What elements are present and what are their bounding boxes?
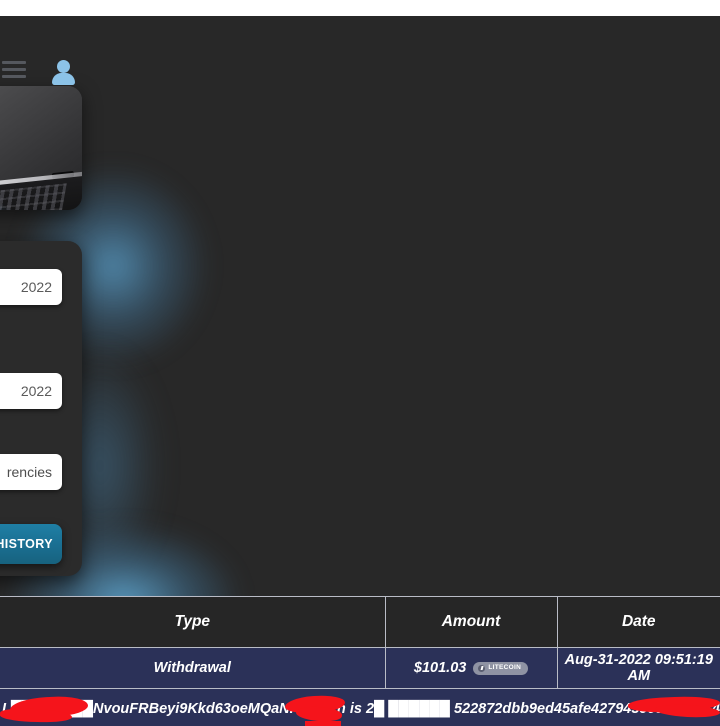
history-table-head: Type Amount Date bbox=[0, 596, 720, 648]
date-to-input[interactable]: 2022 bbox=[0, 373, 62, 409]
app-body: 2022 2022 rencies HISTORY Type Amount Da… bbox=[0, 16, 720, 726]
cell-transaction-detail: L████████NvouFRBeyi9Kkd63oeMQaNP. Batch … bbox=[0, 688, 720, 726]
laptop-photo bbox=[0, 86, 82, 210]
promo-image-card bbox=[0, 86, 82, 210]
app-header bbox=[0, 16, 720, 85]
table-detail-row: L████████NvouFRBeyi9Kkd63oeMQaNP. Batch … bbox=[0, 688, 720, 726]
litecoin-icon bbox=[478, 664, 486, 672]
laptop-light-flare bbox=[0, 198, 18, 210]
top-white-strip bbox=[0, 0, 720, 16]
cell-amount: $101.03 LITECOIN bbox=[385, 647, 558, 689]
cell-type: Withdrawal bbox=[0, 647, 386, 689]
hamburger-line bbox=[2, 75, 26, 78]
avatar-body-shape bbox=[52, 73, 75, 85]
column-header-amount[interactable]: Amount bbox=[385, 596, 558, 648]
column-header-type[interactable]: Type bbox=[0, 596, 386, 648]
hamburger-line bbox=[2, 61, 26, 64]
currencies-select[interactable]: rencies bbox=[0, 454, 62, 490]
hamburger-line bbox=[2, 68, 26, 71]
history-table: Type Amount Date Withdrawal $101.03 LITE… bbox=[0, 596, 720, 726]
amount-value: $101.03 bbox=[413, 660, 467, 676]
history-button[interactable]: HISTORY bbox=[0, 524, 62, 564]
litecoin-label: LITECOIN bbox=[488, 663, 522, 671]
avatar-head-shape bbox=[57, 60, 70, 73]
user-avatar-icon[interactable] bbox=[51, 60, 75, 85]
table-header-row: Type Amount Date bbox=[0, 596, 720, 648]
app-root: 2022 2022 rencies HISTORY Type Amount Da… bbox=[0, 0, 720, 726]
hamburger-menu-icon[interactable] bbox=[2, 61, 26, 81]
cell-date: Aug-31-2022 09:51:19 AM bbox=[557, 647, 720, 689]
date-from-input[interactable]: 2022 bbox=[0, 269, 62, 305]
litecoin-badge: LITECOIN bbox=[473, 661, 529, 675]
history-table-container: Type Amount Date Withdrawal $101.03 LITE… bbox=[0, 596, 720, 726]
history-table-body: Withdrawal $101.03 LITECOIN Aug-31-2022 … bbox=[0, 647, 720, 726]
amount-wrapper: $101.03 LITECOIN bbox=[413, 660, 529, 676]
table-row[interactable]: Withdrawal $101.03 LITECOIN Aug-31-2022 … bbox=[0, 647, 720, 689]
column-header-date[interactable]: Date bbox=[557, 596, 720, 648]
